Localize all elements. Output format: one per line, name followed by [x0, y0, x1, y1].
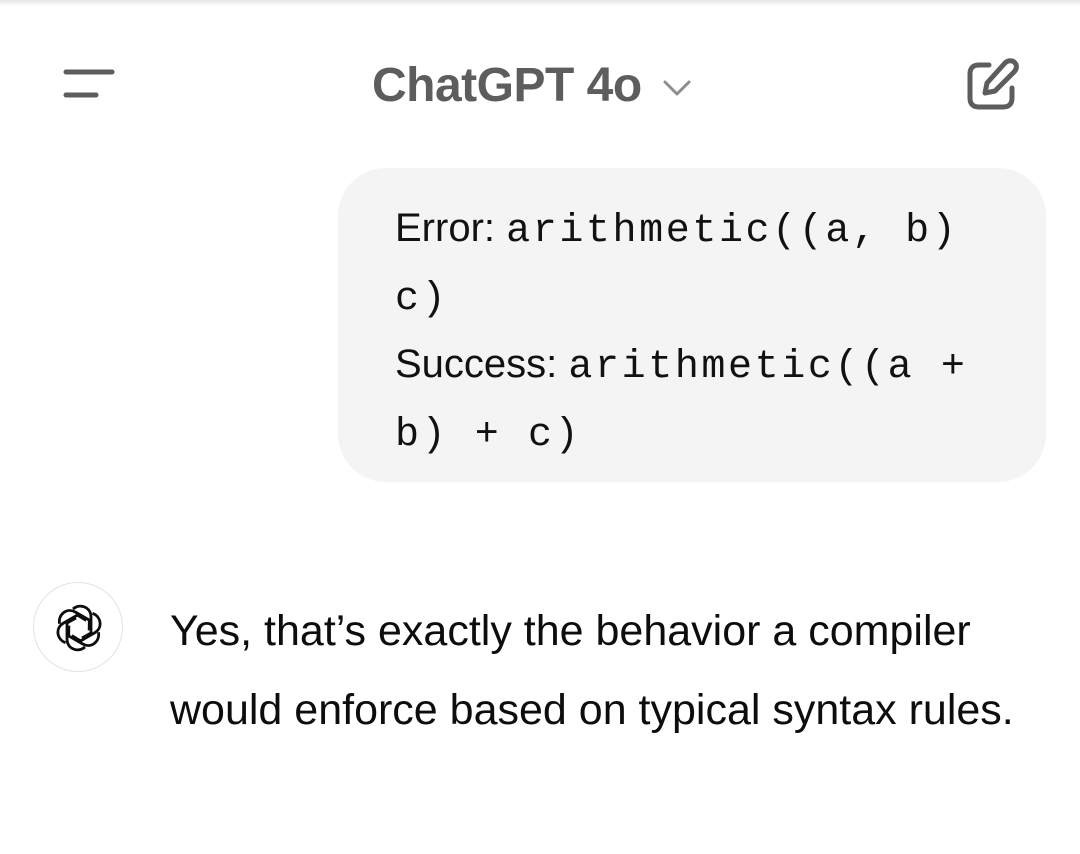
- inline-code: arithmetic((a, b): [506, 209, 959, 254]
- user-message-line: b) + c): [395, 398, 1026, 466]
- inline-code: arithmetic((a +: [568, 345, 968, 390]
- message-label: Success:: [395, 342, 569, 386]
- user-message-line: Success: arithmetic((a +: [395, 330, 1026, 398]
- app-header: ChatGPT 4o: [0, 0, 1080, 160]
- inline-code: b) + c): [395, 413, 582, 458]
- user-message-line: c): [395, 262, 1026, 330]
- user-message-bubble: Error: arithmetic((a, b) c) Success: ari…: [338, 168, 1046, 482]
- assistant-avatar: [33, 582, 123, 672]
- model-title: ChatGPT 4o: [372, 58, 642, 112]
- menu-button[interactable]: [50, 50, 130, 120]
- inline-code: c): [395, 277, 449, 322]
- assistant-message: Yes, that’s exactly the behavior a compi…: [170, 607, 1014, 734]
- message-label: Error:: [395, 206, 507, 250]
- chevron-down-icon: [663, 80, 691, 96]
- user-message-line: Error: arithmetic((a, b): [395, 194, 1026, 262]
- new-chat-icon: [967, 58, 1019, 110]
- menu-icon: [63, 69, 115, 98]
- openai-logo-icon: [56, 604, 102, 652]
- new-chat-button[interactable]: [952, 48, 1028, 124]
- model-selector[interactable]: ChatGPT 4o: [372, 50, 692, 120]
